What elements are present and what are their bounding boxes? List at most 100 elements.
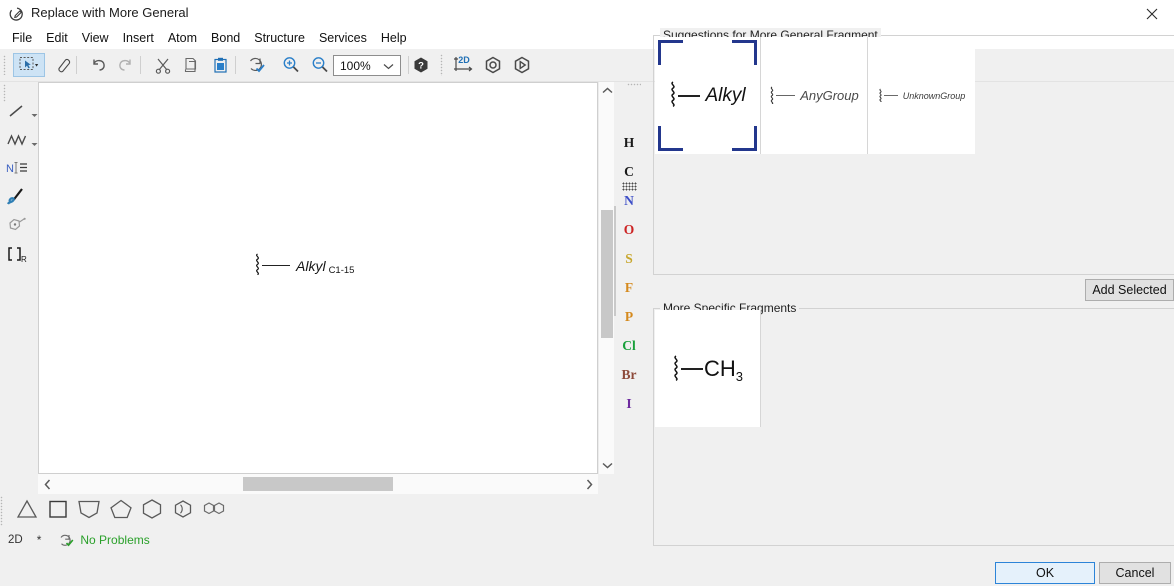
suggestion-label: Alkyl (705, 85, 745, 107)
vertical-scroll-thumb[interactable] (601, 210, 613, 338)
copy-button[interactable] (180, 53, 204, 77)
cancel-label: Cancel (1116, 566, 1155, 580)
cut-button[interactable] (151, 53, 175, 77)
hexagon-template[interactable] (137, 494, 167, 524)
toolbar-grip[interactable] (440, 54, 443, 76)
shapes-toolbar-grip[interactable] (0, 496, 3, 526)
view-3d-button[interactable] (510, 53, 534, 77)
zigzag-chain-icon (6, 133, 28, 147)
element-button-o[interactable]: O (614, 215, 644, 244)
naphthalene-template[interactable] (199, 494, 229, 524)
selection-corner (732, 40, 757, 65)
toolbar-grip[interactable] (3, 55, 6, 75)
structure-edit-icon (9, 6, 25, 22)
single-bond-tool[interactable] (4, 98, 30, 124)
element-button-cl[interactable]: Cl (614, 331, 644, 360)
paste-button[interactable] (209, 53, 233, 77)
cyclopentane-flat-template[interactable] (74, 494, 104, 524)
chain-tool[interactable] (4, 127, 30, 153)
redo-button[interactable] (113, 53, 137, 77)
attachment-squiggle-icon (254, 253, 261, 278)
text-atom-tool[interactable]: N (4, 155, 30, 181)
suggestion-label: UnknownGroup (903, 91, 966, 101)
eraser-tool[interactable] (52, 53, 76, 77)
magnifier-plus-icon (282, 56, 300, 74)
menu-edit[interactable]: Edit (39, 29, 75, 47)
specific-cell-ch3[interactable]: CH 3 (655, 310, 761, 427)
chevron-up-icon[interactable] (599, 82, 615, 99)
menu-structure[interactable]: Structure (247, 29, 312, 47)
element-button-f[interactable]: F (614, 273, 644, 302)
suggestion-cell-unknowngroup[interactable]: UnknownGroup (868, 37, 975, 154)
canvas-horizontal-scrollbar[interactable] (38, 474, 598, 494)
zoom-in-button[interactable] (279, 53, 303, 77)
molecule-subscript: C1-15 (329, 265, 355, 278)
element-symbol: Cl (622, 338, 636, 354)
bond-line-icon (7, 103, 27, 119)
element-button-n[interactable]: N (614, 186, 644, 215)
menu-file[interactable]: File (5, 29, 39, 47)
ok-button[interactable]: OK (995, 562, 1095, 584)
triangle-icon (15, 498, 39, 520)
zoom-level-combobox[interactable]: 100% (333, 55, 401, 76)
structure-canvas[interactable]: Alkyl C1-15 (38, 82, 598, 474)
element-button-h[interactable]: H (614, 128, 644, 157)
chevron-down-icon (383, 59, 394, 73)
element-button-br[interactable]: Br (614, 360, 644, 389)
chevron-left-icon[interactable] (38, 474, 56, 494)
select-tool[interactable] (13, 53, 45, 77)
undo-button[interactable] (87, 53, 111, 77)
help-button[interactable]: ? (409, 53, 433, 77)
element-palette: H C N O S F P Cl Br I (614, 82, 644, 482)
chevron-down-icon[interactable] (599, 457, 615, 474)
clean-2d-button[interactable]: 2D (451, 53, 475, 77)
suggestion-cell-alkyl[interactable]: Alkyl (655, 37, 761, 154)
element-symbol: O (624, 222, 635, 238)
suggestion-label: AnyGroup (800, 88, 859, 103)
element-button-s[interactable]: S (614, 244, 644, 273)
canvas-vertical-scrollbar[interactable] (598, 82, 614, 474)
naphthalene-icon (200, 499, 228, 519)
clipboard-paste-icon (212, 57, 230, 74)
suggestions-cell-row: Alkyl AnyGroup (655, 37, 975, 154)
menu-atom[interactable]: Atom (161, 29, 204, 47)
selection-corner (658, 40, 683, 65)
zoom-out-button[interactable] (308, 53, 332, 77)
suggestion-cell-anygroup[interactable]: AnyGroup (761, 37, 868, 154)
menu-insert[interactable]: Insert (116, 29, 161, 47)
redo-arrow-icon (116, 57, 134, 73)
element-button-c[interactable]: C (614, 157, 644, 186)
single-bond-tool-caret[interactable] (31, 107, 38, 114)
cancel-button[interactable]: Cancel (1099, 562, 1171, 584)
triangle-template[interactable] (12, 494, 42, 524)
molecule-hexagon-icon (484, 56, 502, 74)
pentagon-template[interactable] (106, 494, 136, 524)
element-button-p[interactable]: P (614, 302, 644, 331)
bond-line (262, 265, 290, 267)
add-selected-button[interactable]: Add Selected (1085, 279, 1174, 301)
rgroup-attach-tool[interactable] (4, 213, 30, 239)
check-structure-button[interactable] (245, 53, 269, 77)
chevron-right-icon[interactable] (580, 474, 598, 494)
horizontal-scroll-thumb[interactable] (243, 477, 393, 491)
zoom-level-value: 100% (334, 59, 371, 73)
pen-draw-tool[interactable] (4, 184, 30, 210)
element-palette-grip[interactable] (627, 83, 641, 86)
element-button-i[interactable]: I (614, 389, 644, 418)
square-template[interactable] (43, 494, 73, 524)
lasso-select-icon (19, 56, 39, 74)
menu-bond[interactable]: Bond (204, 29, 247, 47)
menu-view[interactable]: View (75, 29, 116, 47)
menu-help[interactable]: Help (374, 29, 414, 47)
clean-3d-button[interactable] (481, 53, 505, 77)
benzene-template[interactable] (168, 494, 198, 524)
pentagon-flat-icon (76, 498, 102, 520)
close-icon[interactable] (1130, 0, 1174, 27)
window-title: Replace with More General (31, 5, 189, 20)
atom-text-icon: N (5, 160, 29, 176)
menu-services[interactable]: Services (312, 29, 374, 47)
element-symbol: N (624, 193, 634, 209)
chain-tool-caret[interactable] (31, 136, 38, 143)
canvas-molecule[interactable]: Alkyl C1-15 (254, 253, 354, 278)
r-group-tool[interactable]: R (4, 242, 30, 268)
